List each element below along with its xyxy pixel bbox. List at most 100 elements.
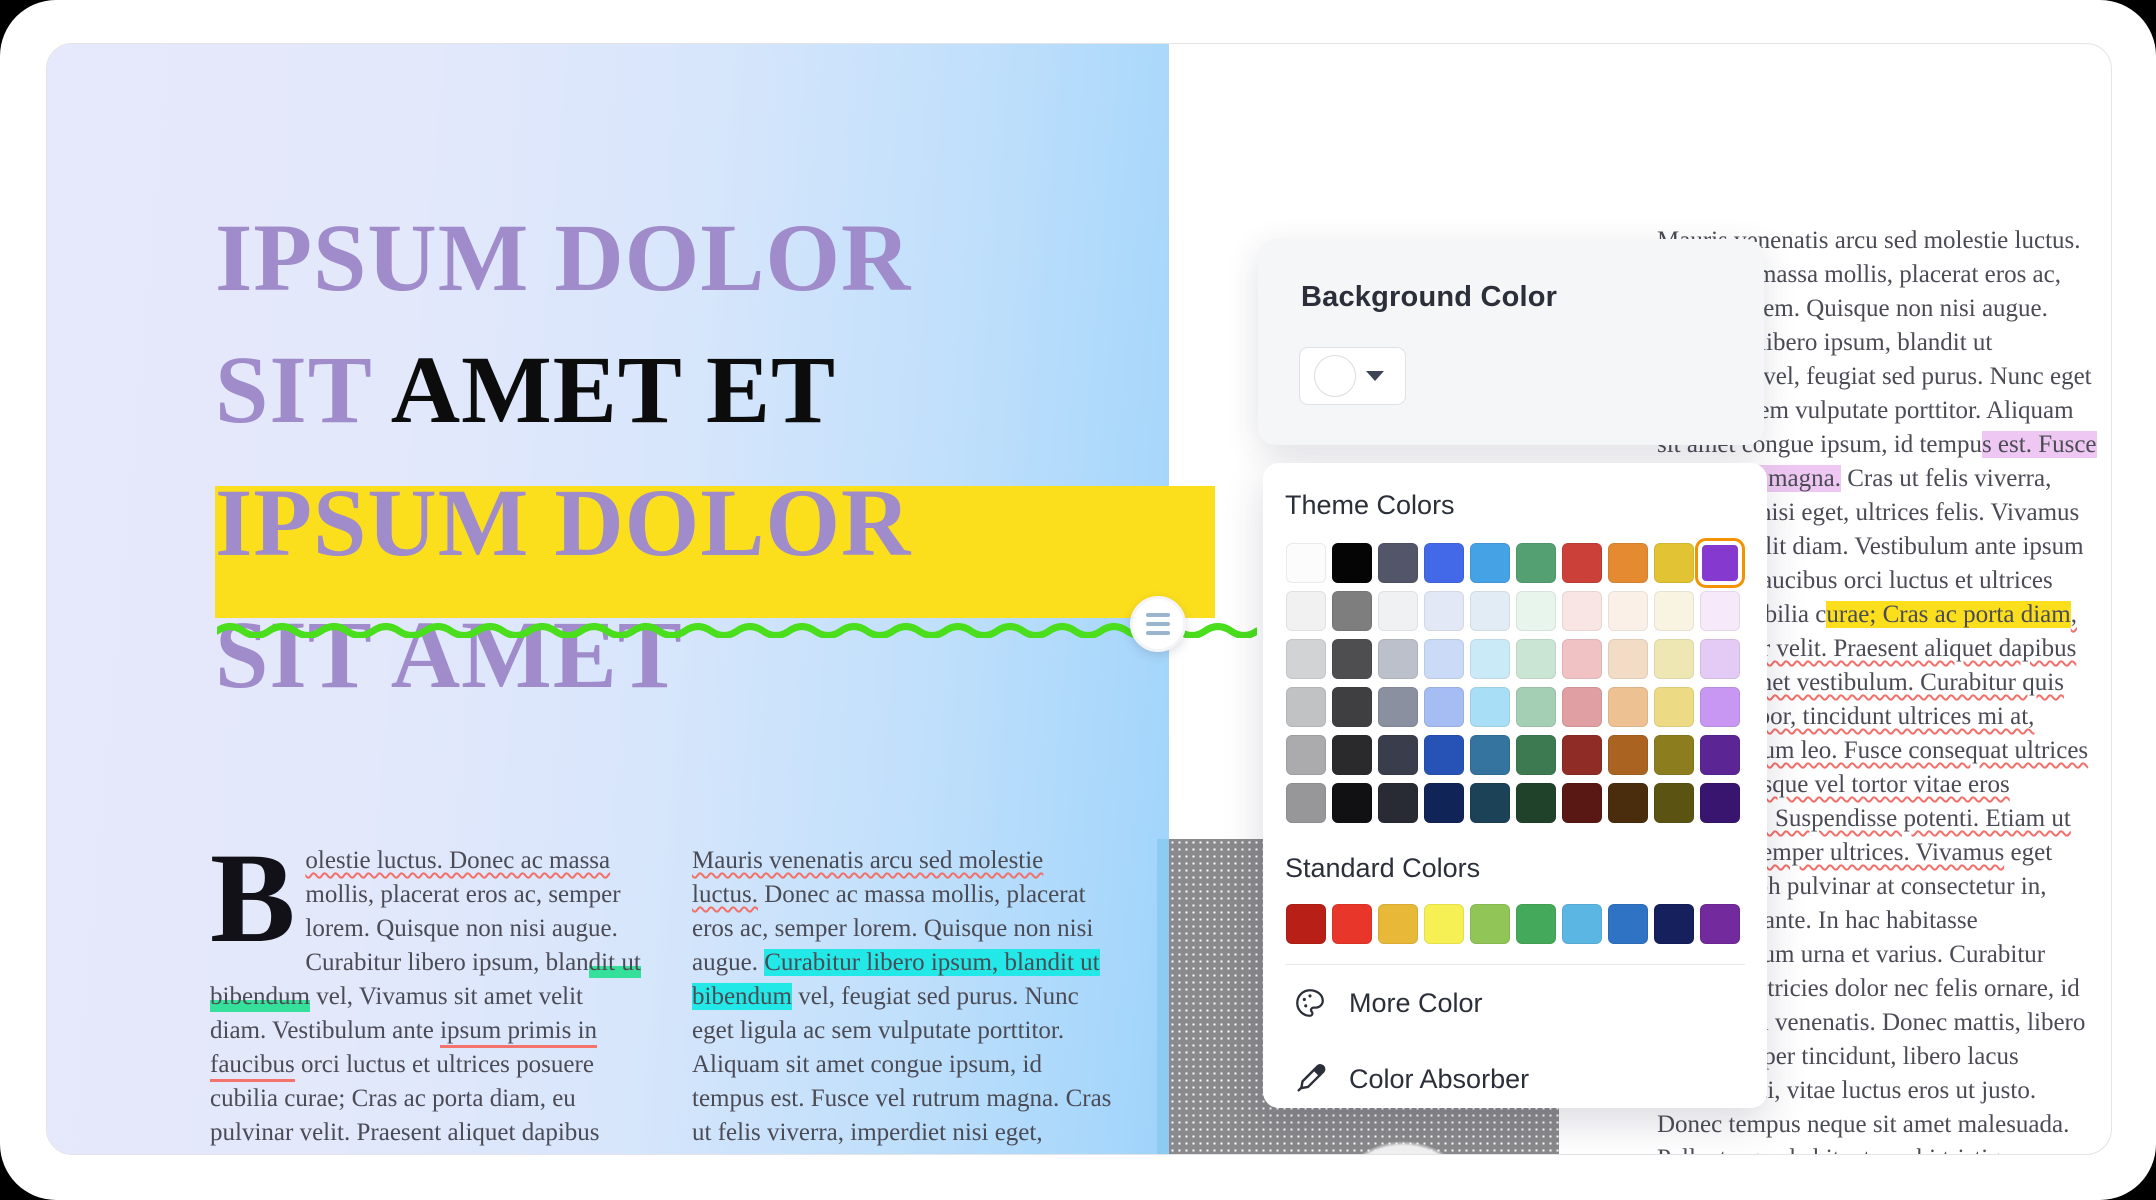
theme-color-swatch-fill[interactable] [1332, 543, 1372, 583]
body-column-middle[interactable]: Mauris venenatis arcu sed molestie luctu… [692, 844, 1112, 1154]
theme-color-swatch-fill[interactable] [1562, 591, 1602, 631]
theme-color-swatch[interactable] [1559, 779, 1605, 827]
theme-color-swatch-fill[interactable] [1516, 687, 1556, 727]
theme-color-swatch-fill[interactable] [1470, 735, 1510, 775]
theme-color-swatch[interactable] [1697, 683, 1743, 731]
theme-color-swatch[interactable] [1467, 635, 1513, 683]
theme-color-swatch[interactable] [1421, 683, 1467, 731]
theme-color-swatch-fill[interactable] [1516, 639, 1556, 679]
theme-color-swatch[interactable] [1651, 539, 1697, 587]
format-menu-handle[interactable] [1130, 596, 1186, 652]
theme-color-swatch[interactable] [1559, 683, 1605, 731]
theme-color-swatch[interactable] [1697, 731, 1743, 779]
standard-color-swatch-fill[interactable] [1470, 904, 1510, 944]
theme-color-swatch[interactable] [1283, 635, 1329, 683]
theme-color-swatch[interactable] [1697, 587, 1743, 635]
standard-color-swatch-fill[interactable] [1654, 904, 1694, 944]
theme-color-swatch[interactable] [1467, 731, 1513, 779]
theme-color-swatch[interactable] [1605, 731, 1651, 779]
theme-color-swatch[interactable] [1559, 539, 1605, 587]
theme-color-swatch-fill[interactable] [1516, 783, 1556, 823]
theme-color-swatch[interactable] [1375, 731, 1421, 779]
standard-color-swatch-fill[interactable] [1516, 904, 1556, 944]
color-absorber-menu-item[interactable]: Color Absorber [1293, 1041, 1767, 1117]
theme-color-swatch[interactable] [1605, 587, 1651, 635]
theme-color-swatch[interactable] [1697, 779, 1743, 827]
theme-color-swatch-fill[interactable] [1424, 639, 1464, 679]
standard-color-swatch[interactable] [1283, 900, 1329, 948]
theme-color-swatch[interactable] [1513, 587, 1559, 635]
standard-color-swatch[interactable] [1467, 900, 1513, 948]
theme-color-swatch[interactable] [1421, 731, 1467, 779]
theme-color-swatch[interactable] [1605, 635, 1651, 683]
theme-color-swatch-fill[interactable] [1654, 735, 1694, 775]
theme-color-swatch-fill[interactable] [1654, 591, 1694, 631]
theme-color-swatch-fill[interactable] [1424, 543, 1464, 583]
theme-color-swatch[interactable] [1513, 683, 1559, 731]
theme-color-swatch-fill[interactable] [1286, 687, 1326, 727]
theme-color-swatch[interactable] [1329, 779, 1375, 827]
theme-color-swatch[interactable] [1467, 587, 1513, 635]
theme-color-swatch-fill[interactable] [1700, 687, 1740, 727]
theme-color-swatch-fill[interactable] [1562, 687, 1602, 727]
theme-color-swatch[interactable] [1697, 635, 1743, 683]
theme-color-swatch-fill[interactable] [1378, 783, 1418, 823]
page-title[interactable]: IPSUM DOLOR SIT AMET ET IPSUM DOLOR SIT … [215, 192, 1225, 722]
theme-color-swatch-fill[interactable] [1332, 687, 1372, 727]
standard-color-swatch-fill[interactable] [1608, 904, 1648, 944]
theme-color-swatch[interactable] [1651, 635, 1697, 683]
theme-color-swatch[interactable] [1513, 779, 1559, 827]
theme-color-swatch-fill[interactable] [1470, 639, 1510, 679]
theme-color-swatch-fill[interactable] [1378, 591, 1418, 631]
theme-color-swatch[interactable] [1421, 587, 1467, 635]
theme-color-swatch[interactable] [1467, 779, 1513, 827]
theme-color-swatch[interactable] [1513, 539, 1559, 587]
theme-color-swatch-fill[interactable] [1286, 543, 1326, 583]
theme-color-swatch[interactable] [1695, 538, 1745, 588]
standard-color-swatch[interactable] [1375, 900, 1421, 948]
theme-color-swatch[interactable] [1375, 635, 1421, 683]
theme-color-swatch-fill[interactable] [1700, 735, 1740, 775]
theme-color-swatch[interactable] [1329, 539, 1375, 587]
theme-color-swatch-fill[interactable] [1378, 735, 1418, 775]
chevron-down-icon[interactable] [1366, 371, 1384, 381]
theme-color-swatch-fill[interactable] [1424, 687, 1464, 727]
standard-color-swatch[interactable] [1421, 900, 1467, 948]
theme-color-swatch-fill[interactable] [1332, 735, 1372, 775]
theme-color-swatch-fill[interactable] [1700, 639, 1740, 679]
theme-color-swatch-fill[interactable] [1608, 591, 1648, 631]
theme-color-swatch-fill[interactable] [1424, 783, 1464, 823]
theme-color-swatch-fill[interactable] [1516, 591, 1556, 631]
theme-color-swatch-fill[interactable] [1654, 687, 1694, 727]
theme-color-swatch[interactable] [1375, 779, 1421, 827]
theme-color-swatch-fill[interactable] [1654, 639, 1694, 679]
theme-color-swatch[interactable] [1421, 539, 1467, 587]
theme-color-swatch-fill[interactable] [1608, 687, 1648, 727]
theme-color-swatch-fill[interactable] [1608, 639, 1648, 679]
theme-color-swatch-fill[interactable] [1608, 735, 1648, 775]
standard-color-swatch[interactable] [1605, 900, 1651, 948]
theme-color-swatch-fill[interactable] [1332, 591, 1372, 631]
theme-color-swatch[interactable] [1651, 731, 1697, 779]
theme-color-swatch-fill[interactable] [1654, 543, 1694, 583]
theme-color-swatch[interactable] [1375, 539, 1421, 587]
theme-color-swatch-fill[interactable] [1378, 639, 1418, 679]
theme-color-swatch-fill[interactable] [1286, 591, 1326, 631]
theme-color-swatch-fill[interactable] [1424, 591, 1464, 631]
standard-color-swatch-fill[interactable] [1424, 904, 1464, 944]
standard-color-swatch[interactable] [1513, 900, 1559, 948]
background-color-swatch-button[interactable] [1299, 347, 1406, 405]
standard-color-swatch[interactable] [1697, 900, 1743, 948]
more-color-menu-item[interactable]: More Color [1293, 965, 1767, 1041]
theme-color-swatch-fill[interactable] [1700, 591, 1740, 631]
theme-color-swatch[interactable] [1283, 683, 1329, 731]
theme-color-swatch[interactable] [1605, 779, 1651, 827]
standard-color-swatch[interactable] [1329, 900, 1375, 948]
theme-color-swatch[interactable] [1467, 539, 1513, 587]
theme-color-swatch-fill[interactable] [1608, 783, 1648, 823]
theme-color-swatch[interactable] [1329, 731, 1375, 779]
theme-color-swatch[interactable] [1283, 779, 1329, 827]
standard-color-swatch-fill[interactable] [1700, 904, 1740, 944]
theme-color-swatch-fill[interactable] [1378, 687, 1418, 727]
theme-color-swatch-fill[interactable] [1470, 783, 1510, 823]
